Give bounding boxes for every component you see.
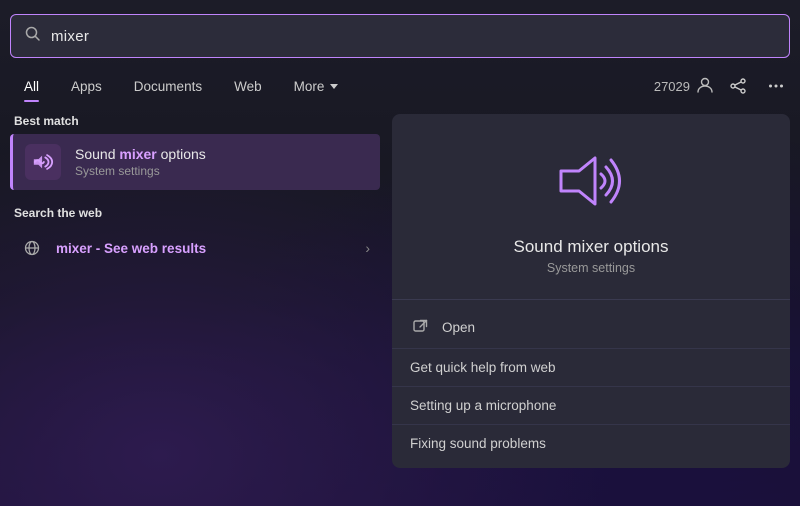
left-panel: Best match Sound mixer options Syst	[10, 114, 380, 468]
right-app-title: Sound mixer options	[514, 237, 669, 257]
open-action[interactable]: Open	[392, 306, 790, 349]
web-query-highlight: mixer	[56, 241, 92, 256]
quick-help-label: Get quick help from web	[410, 360, 556, 375]
right-actions: Open Get quick help from web Setting up …	[392, 300, 790, 468]
tabs-row: All Apps Documents Web More 27029	[10, 68, 790, 106]
best-match-label: Best match	[10, 114, 380, 128]
right-panel-top: Sound mixer options System settings	[392, 114, 790, 300]
best-match-title: Sound mixer options	[75, 146, 206, 162]
web-query-suffix: - See web results	[92, 241, 206, 256]
web-arrow-icon: ›	[365, 240, 370, 256]
tabs-left: All Apps Documents Web More	[10, 73, 352, 100]
share-icon[interactable]	[724, 72, 752, 100]
best-match-subtitle: System settings	[75, 164, 206, 178]
web-search-text: mixer - See web results	[56, 241, 353, 256]
tab-apps[interactable]: Apps	[57, 73, 116, 100]
chevron-down-icon	[330, 84, 338, 89]
right-panel: Sound mixer options System settings Open	[392, 114, 790, 468]
search-input[interactable]: mixer	[51, 28, 775, 45]
best-match-highlight: mixer	[119, 146, 156, 162]
open-label: Open	[442, 320, 475, 335]
big-sound-icon	[551, 146, 631, 221]
setup-microphone-label: Setting up a microphone	[410, 398, 556, 413]
right-app-subtitle: System settings	[547, 261, 635, 275]
more-options-icon[interactable]	[762, 72, 790, 100]
web-search-item[interactable]: mixer - See web results ›	[10, 228, 380, 268]
quick-help-action[interactable]: Get quick help from web	[392, 349, 790, 387]
web-search-icon	[20, 236, 44, 260]
tab-web[interactable]: Web	[220, 73, 276, 100]
search-web-label: Search the web	[10, 206, 380, 220]
search-bar[interactable]: mixer	[10, 14, 790, 58]
user-icon	[696, 76, 714, 97]
best-match-item[interactable]: Sound mixer options System settings	[10, 134, 380, 190]
user-count: 27029	[654, 76, 714, 97]
tabs-right: 27029	[654, 72, 790, 100]
fix-sound-label: Fixing sound problems	[410, 436, 546, 451]
best-match-text: Sound mixer options System settings	[75, 146, 206, 178]
main-content: Best match Sound mixer options Syst	[10, 114, 790, 468]
open-icon	[410, 317, 430, 337]
setup-microphone-action[interactable]: Setting up a microphone	[392, 387, 790, 425]
tab-more[interactable]: More	[280, 73, 353, 100]
sound-mixer-icon	[25, 144, 61, 180]
tab-documents[interactable]: Documents	[120, 73, 216, 100]
tab-all[interactable]: All	[10, 73, 53, 100]
fix-sound-action[interactable]: Fixing sound problems	[392, 425, 790, 462]
search-icon	[25, 26, 41, 46]
